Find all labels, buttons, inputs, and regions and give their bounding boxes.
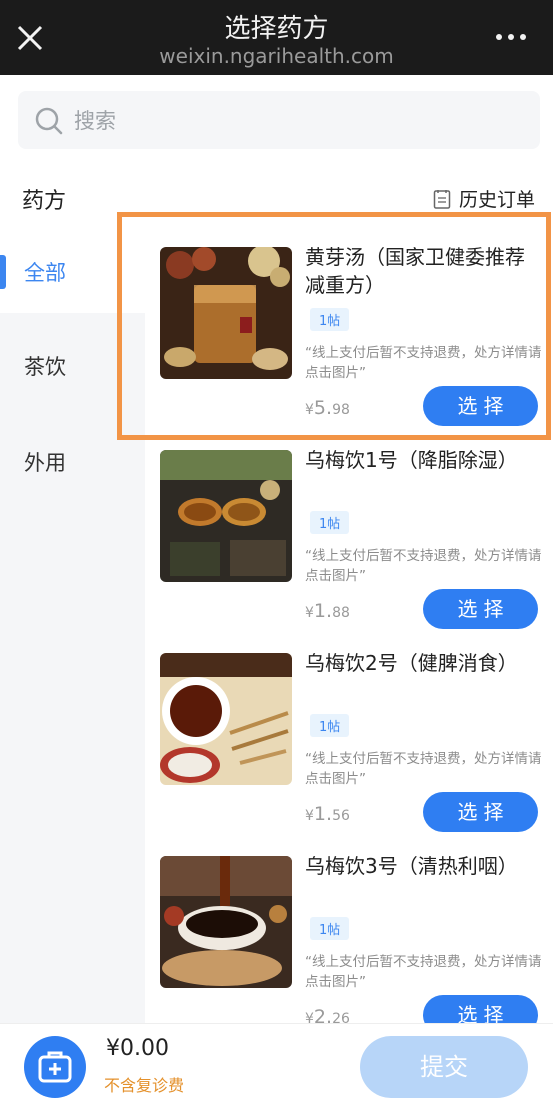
history-orders-link[interactable]: 历史订单 <box>433 185 535 212</box>
section-title: 药方 <box>22 189 67 214</box>
fee-note: 不含复诊费 <box>104 1076 185 1095</box>
product-price: ¥2.26 <box>305 1006 350 1023</box>
price-integer: 2. <box>313 1006 333 1023</box>
price-currency: ¥ <box>305 1011 314 1023</box>
sidebar-item-label: 茶饮 <box>24 355 66 379</box>
select-button[interactable]: 选择 <box>423 589 538 629</box>
page-title: 选择药方 <box>224 14 329 44</box>
price-integer: 1. <box>313 600 333 622</box>
product-card: 乌梅饮3号（清热利咽） 1帖 “线上支付后暂不支持退费，处方详情请点击图片” ¥… <box>145 842 553 1023</box>
price-decimal: 88 <box>332 605 350 621</box>
quantity-tag: 1帖 <box>310 714 350 737</box>
refund-note: “线上支付后暂不支持退费，处方详情请点击图片” <box>305 751 542 787</box>
quantity-tag: 1帖 <box>310 917 350 940</box>
product-card: 乌梅饮2号（健脾消食） 1帖 “线上支付后暂不支持退费，处方详情请点击图片” ¥… <box>145 639 553 839</box>
active-indicator <box>0 255 6 289</box>
refund-note: “线上支付后暂不支持退费，处方详情请点击图片” <box>305 548 542 584</box>
search-placeholder: 搜索 <box>74 109 116 133</box>
sidebar-item-label: 全部 <box>24 261 66 285</box>
checkout-bar: ¥0.00 不含复诊费 提交 <box>0 1023 553 1113</box>
title-bar: 选择药方 weixin.ngarihealth.com <box>0 0 553 75</box>
history-orders-label: 历史订单 <box>458 189 535 211</box>
product-card: 乌梅饮1号（降脂除湿） 1帖 “线上支付后暂不支持退费，处方详情请点击图片” ¥… <box>145 436 553 636</box>
product-title[interactable]: 乌梅饮3号（清热利咽） <box>305 852 541 880</box>
refund-note: “线上支付后暂不支持退费，处方详情请点击图片” <box>305 954 542 990</box>
price-decimal: 56 <box>332 808 350 824</box>
select-button[interactable]: 选择 <box>423 995 538 1023</box>
page-domain: weixin.ngarihealth.com <box>159 44 394 68</box>
search-area: 搜索 <box>0 75 553 163</box>
total-amount: ¥0.00 <box>106 1036 169 1061</box>
product-price: ¥1.88 <box>305 600 350 622</box>
product-image[interactable] <box>160 450 292 582</box>
price-decimal: 26 <box>332 1011 350 1023</box>
product-title[interactable]: 乌梅饮2号（健脾消食） <box>305 649 541 677</box>
product-image[interactable] <box>160 653 292 785</box>
product-image[interactable] <box>160 856 292 988</box>
price-currency: ¥ <box>305 605 314 621</box>
highlight-box <box>117 212 551 440</box>
quantity-tag: 1帖 <box>310 511 350 534</box>
document-icon <box>433 189 451 209</box>
select-button[interactable]: 选择 <box>423 792 538 832</box>
submit-button[interactable]: 提交 <box>360 1036 528 1098</box>
price-integer: 1. <box>313 803 333 825</box>
more-icon[interactable] <box>495 30 527 44</box>
product-price: ¥1.56 <box>305 803 350 825</box>
product-title[interactable]: 乌梅饮1号（降脂除湿） <box>305 446 541 474</box>
medicine-box-icon[interactable] <box>24 1036 86 1098</box>
sidebar-item-label: 外用 <box>24 451 66 475</box>
search-input[interactable]: 搜索 <box>18 91 540 149</box>
search-icon <box>35 107 63 135</box>
price-currency: ¥ <box>305 808 314 824</box>
